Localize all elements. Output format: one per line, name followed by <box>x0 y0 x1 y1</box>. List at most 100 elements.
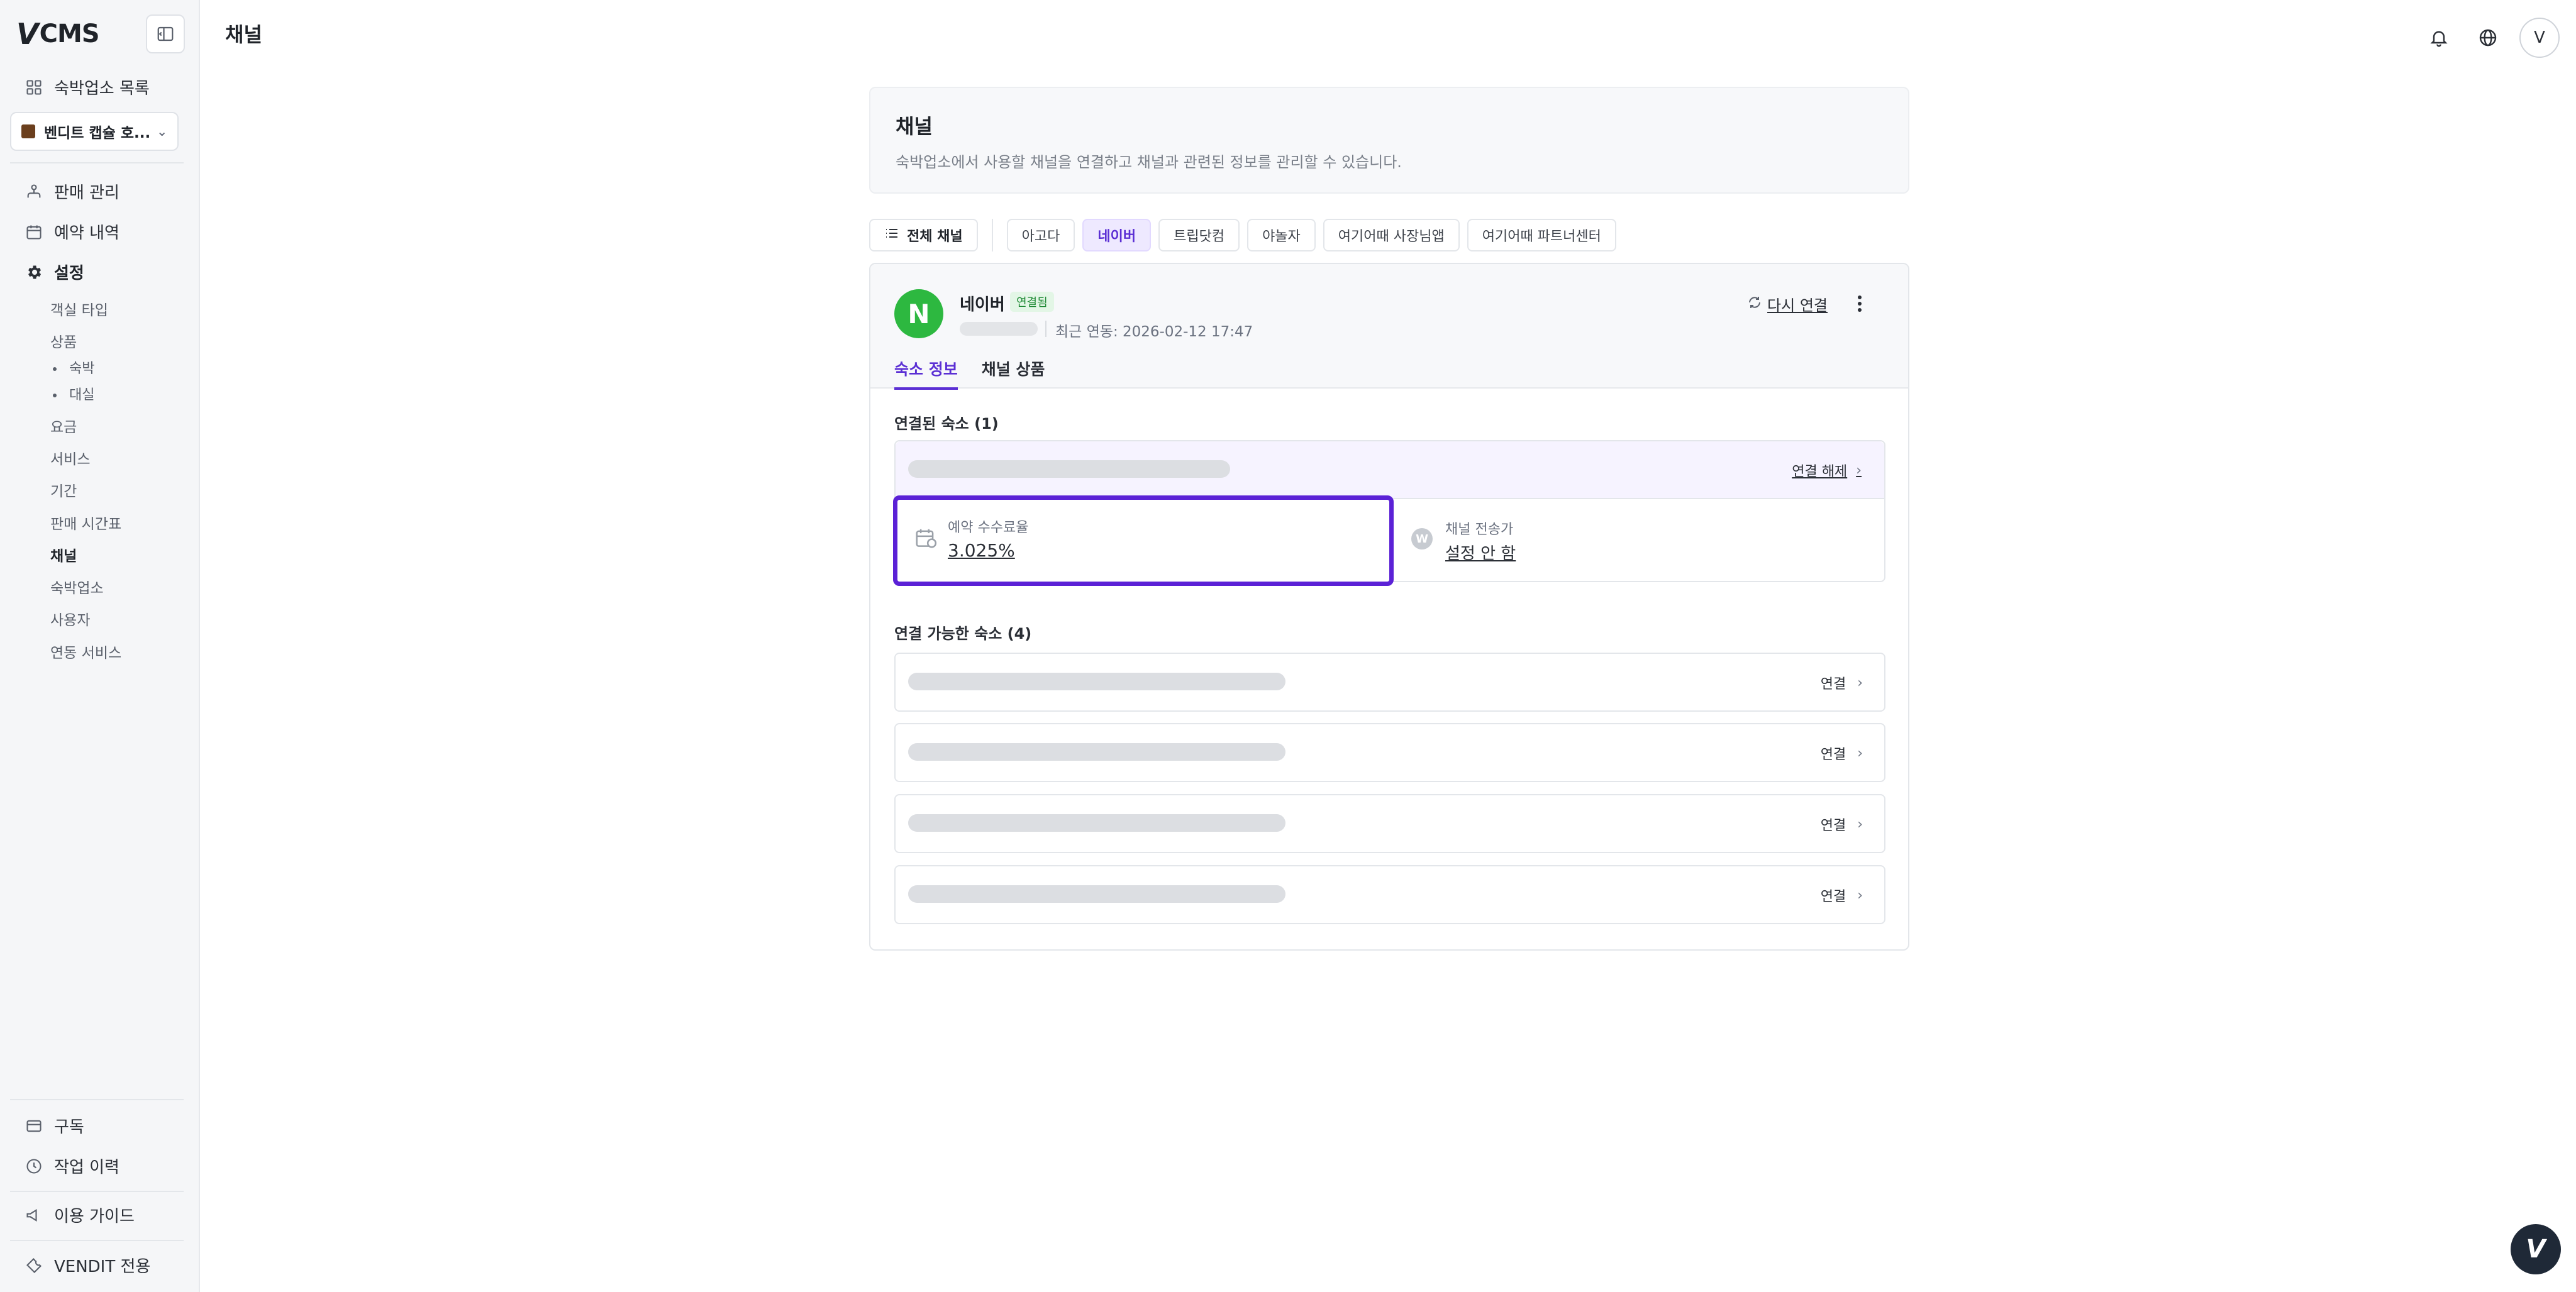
filter-chip-naver[interactable]: 네이버 <box>1082 219 1152 251</box>
tab-property-info[interactable]: 숙소 정보 <box>894 357 958 390</box>
logo-row: V CMS <box>16 14 185 54</box>
help-chat-button[interactable]: V <box>2511 1224 2561 1274</box>
sidebar-item-label: 숙박업소 목록 <box>54 79 150 98</box>
sidebar-item-label: 이용 가이드 <box>54 1207 135 1226</box>
naver-logo: N <box>894 289 943 338</box>
section-description: 숙박업소에서 사용할 채널을 연결하고 채널과 관련된 정보를 관리할 수 있습… <box>896 153 1402 171</box>
unlink-label: 연결 해제 <box>1792 464 1848 480</box>
reconnect-button[interactable]: 다시 연결 <box>1747 293 1828 315</box>
channel-filter-row: 전체 채널 아고다 네이버 트립닷컴 야놀자 여기어때 사장님앱 여기어때 파트… <box>869 218 1909 253</box>
connect-button[interactable]: 연결 › <box>1821 814 1863 834</box>
top-bar: 채널 V <box>200 0 2576 69</box>
sidebar: V CMS 숙박업소 목록 벤디트 캡슐 호... ⌄ 판매 관리 예약 내역 … <box>0 0 200 1292</box>
property-icon <box>21 124 35 138</box>
logo-text: CMS <box>39 19 100 48</box>
channel-content: 채널 숙박업소에서 사용할 채널을 연결하고 채널과 관련된 정보를 관리할 수… <box>869 87 1909 951</box>
connect-button[interactable]: 연결 › <box>1821 673 1863 693</box>
sidebar-item-reservations[interactable]: 예약 내역 <box>24 220 119 243</box>
sidebar-item-label: 설정 <box>54 264 84 283</box>
sidebar-sub-channel[interactable]: 채널 <box>50 544 77 565</box>
sidebar-sub-user[interactable]: 사용자 <box>50 608 90 629</box>
reconnect-label: 다시 연결 <box>1767 297 1828 314</box>
grid-icon <box>24 77 44 97</box>
connect-button[interactable]: 연결 › <box>1821 885 1863 905</box>
sidebar-item-property-list[interactable]: 숙박업소 목록 <box>24 75 150 99</box>
sidebar-item-subscription[interactable]: 구독 <box>24 1114 84 1137</box>
sidebar-subsub-stay[interactable]: 숙박 <box>53 357 94 377</box>
app-logo[interactable]: V CMS <box>16 17 100 51</box>
channel-header: N 네이버 연결됨 최근 연동: 2026-02-12 17:47 다시 연결 <box>870 264 1908 390</box>
available-property-row: 연결 › <box>894 794 1885 853</box>
bell-icon[interactable] <box>2421 20 2457 55</box>
sidebar-item-label: 작업 이력 <box>54 1158 119 1177</box>
sidebar-sub-period[interactable]: 기간 <box>50 479 77 500</box>
sidebar-sub-service[interactable]: 서비스 <box>50 447 90 468</box>
wrench-icon <box>24 1256 44 1276</box>
rate-push-value[interactable]: 설정 안 함 <box>1445 541 1516 564</box>
sidebar-item-vendit-only[interactable]: VENDIT 전용 <box>24 1254 150 1277</box>
skeleton-property-name <box>908 743 1285 761</box>
main-area: 채널 V 채널 숙박업소에서 사용할 채널을 연결하고 채널과 관련된 정보를 … <box>200 0 2576 1292</box>
chevron-right-icon: › <box>1857 887 1863 903</box>
chevron-down-icon: ⌄ <box>157 124 167 139</box>
calendar-icon <box>24 222 44 242</box>
filter-chip-yeogi-owner[interactable]: 여기어때 사장님앱 <box>1323 219 1460 251</box>
separator <box>1045 321 1046 337</box>
card-icon <box>24 1116 44 1136</box>
avatar[interactable]: V <box>2519 18 2560 58</box>
chevron-right-icon: › <box>1857 675 1863 691</box>
filter-label: 전체 채널 <box>907 229 963 245</box>
sidebar-divider <box>10 1191 184 1192</box>
unlink-button[interactable]: 연결 해제 › <box>1792 460 1862 480</box>
filter-divider <box>991 219 993 251</box>
skeleton-property-name <box>908 814 1285 832</box>
sidebar-item-settings[interactable]: 설정 <box>24 260 84 284</box>
filter-all-channels[interactable]: 전체 채널 <box>869 219 978 251</box>
connect-button[interactable]: 연결 › <box>1821 743 1863 763</box>
filter-chip-yanolja[interactable]: 야놀자 <box>1247 219 1316 251</box>
list-icon <box>884 226 899 245</box>
commission-rate-field[interactable]: 예약 수수료율 3.025% <box>893 495 1394 586</box>
sidebar-sub-rate[interactable]: 요금 <box>50 415 77 436</box>
sidebar-item-work-history[interactable]: 작업 이력 <box>24 1154 119 1178</box>
rate-push-field[interactable]: W 채널 전송가 설정 안 함 <box>1391 499 1887 582</box>
sidebar-item-sales[interactable]: 판매 관리 <box>24 180 119 203</box>
rate-push-icon: W <box>1411 528 1433 549</box>
filter-chip-agoda[interactable]: 아고다 <box>1006 219 1075 251</box>
sidebar-item-guide[interactable]: 이용 가이드 <box>24 1203 135 1227</box>
commission-rate-value[interactable]: 3.025% <box>948 540 1015 561</box>
calendar-fee-icon <box>914 526 938 550</box>
filter-chip-yeogi-partner[interactable]: 여기어때 파트너센터 <box>1467 219 1616 251</box>
filter-chip-trip[interactable]: 트립닷컴 <box>1158 219 1240 251</box>
top-actions: V <box>2421 18 2560 58</box>
skeleton-property-name <box>908 673 1285 690</box>
tab-channel-products[interactable]: 채널 상품 <box>982 357 1045 390</box>
more-menu-icon[interactable] <box>1850 294 1869 313</box>
chevron-right-icon: › <box>1857 745 1863 761</box>
chevron-right-icon: › <box>1856 462 1862 478</box>
gear-icon <box>24 262 44 282</box>
property-selector-label: 벤디트 캡슐 호... <box>44 125 151 141</box>
property-selector[interactable]: 벤디트 캡슐 호... ⌄ <box>10 112 179 151</box>
sidebar-subsub-label: 대실 <box>69 387 95 403</box>
sidebar-divider <box>10 162 184 163</box>
sidebar-sub-room-type[interactable]: 객실 타입 <box>50 298 108 319</box>
sidebar-sub-property[interactable]: 숙박업소 <box>50 576 104 597</box>
sidebar-sub-sales-timetable[interactable]: 판매 시간표 <box>50 512 121 533</box>
sidebar-collapse-button[interactable] <box>146 14 185 53</box>
bullet-icon <box>53 367 57 371</box>
sidebar-subsub-rental[interactable]: 대실 <box>53 384 94 404</box>
sidebar-sub-product[interactable]: 상품 <box>50 330 77 351</box>
sidebar-sub-integration[interactable]: 연동 서비스 <box>50 641 121 662</box>
connected-property-box: 연결 해제 › 예약 수수료율 3.025% W 채널 전송가 설정 안 함 <box>893 440 1887 586</box>
globe-icon[interactable] <box>2470 20 2506 55</box>
skeleton-placeholder <box>960 322 1038 336</box>
channel-tabs: 숙소 정보 채널 상품 <box>894 357 1069 390</box>
sidebar-toggle-icon <box>157 26 174 41</box>
commission-rate-label: 예약 수수료율 <box>948 520 1029 536</box>
channel-name: 네이버 <box>960 295 1005 314</box>
available-property-row: 연결 › <box>894 723 1885 782</box>
available-properties-label: 연결 가능한 숙소 (4) <box>894 625 1032 643</box>
page-header-card: 채널 숙박업소에서 사용할 채널을 연결하고 채널과 관련된 정보를 관리할 수… <box>869 87 1909 194</box>
skeleton-property-name <box>908 885 1285 903</box>
